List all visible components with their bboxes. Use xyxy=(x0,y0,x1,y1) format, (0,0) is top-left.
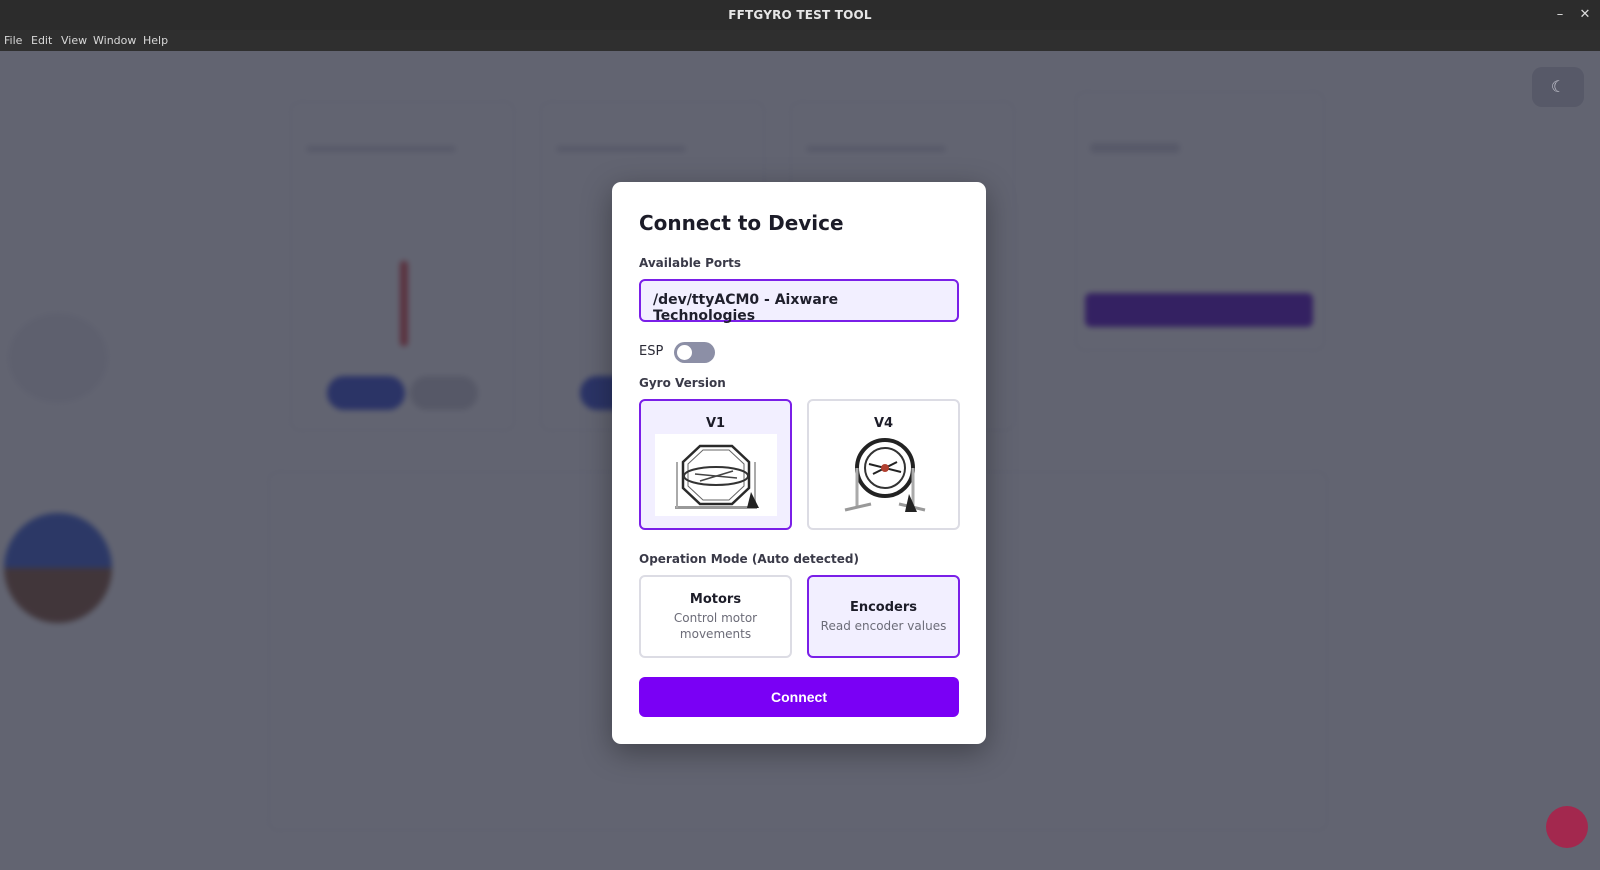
menu-help[interactable]: Help xyxy=(143,34,168,47)
toggle-knob xyxy=(677,345,692,360)
close-icon[interactable]: ✕ xyxy=(1576,6,1594,24)
gyro-v1-image xyxy=(655,434,777,516)
mode-encoders-title: Encoders xyxy=(849,600,918,615)
mode-motors-title: Motors xyxy=(689,592,742,607)
menu-bar: File Edit View Window Help xyxy=(0,30,1600,51)
mode-encoders-desc: Read encoder values xyxy=(820,619,947,633)
esp-label: ESP xyxy=(639,344,664,359)
gyro-version-label: Gyro Version xyxy=(639,376,726,390)
minimize-icon[interactable]: – xyxy=(1551,6,1569,24)
esp-toggle[interactable] xyxy=(674,342,715,363)
floating-action-button[interactable] xyxy=(1546,806,1588,848)
dialog-title: Connect to Device xyxy=(639,211,844,235)
connect-button[interactable]: Connect xyxy=(639,677,959,717)
gyro-v1-card[interactable]: V1 xyxy=(639,399,792,530)
moon-icon[interactable]: ☾ xyxy=(1532,67,1584,107)
operation-mode-label: Operation Mode (Auto detected) xyxy=(639,552,859,566)
gyro-v4-image xyxy=(823,434,945,516)
mode-encoders-card[interactable]: Encoders Read encoder values xyxy=(807,575,960,658)
gyro-v4-label: V4 xyxy=(873,416,894,431)
menu-window[interactable]: Window xyxy=(93,34,136,47)
ports-label: Available Ports xyxy=(639,256,741,270)
gyro-v1-label: V1 xyxy=(705,416,726,431)
mode-motors-card[interactable]: Motors Control motor movements xyxy=(639,575,792,658)
connect-dialog: Connect to Device Available Ports /dev/t… xyxy=(612,182,986,744)
menu-view[interactable]: View xyxy=(61,34,87,47)
window-title: FFTGYRO TEST TOOL xyxy=(728,8,872,22)
mode-motors-desc: Control motor movements xyxy=(673,611,758,641)
port-select[interactable]: /dev/ttyACM0 - Aixware Technologies xyxy=(639,279,959,324)
menu-file[interactable]: File xyxy=(4,34,22,47)
title-bar: FFTGYRO TEST TOOL – ✕ xyxy=(0,0,1600,30)
gyro-v4-card[interactable]: V4 xyxy=(807,399,960,530)
menu-edit[interactable]: Edit xyxy=(31,34,52,47)
